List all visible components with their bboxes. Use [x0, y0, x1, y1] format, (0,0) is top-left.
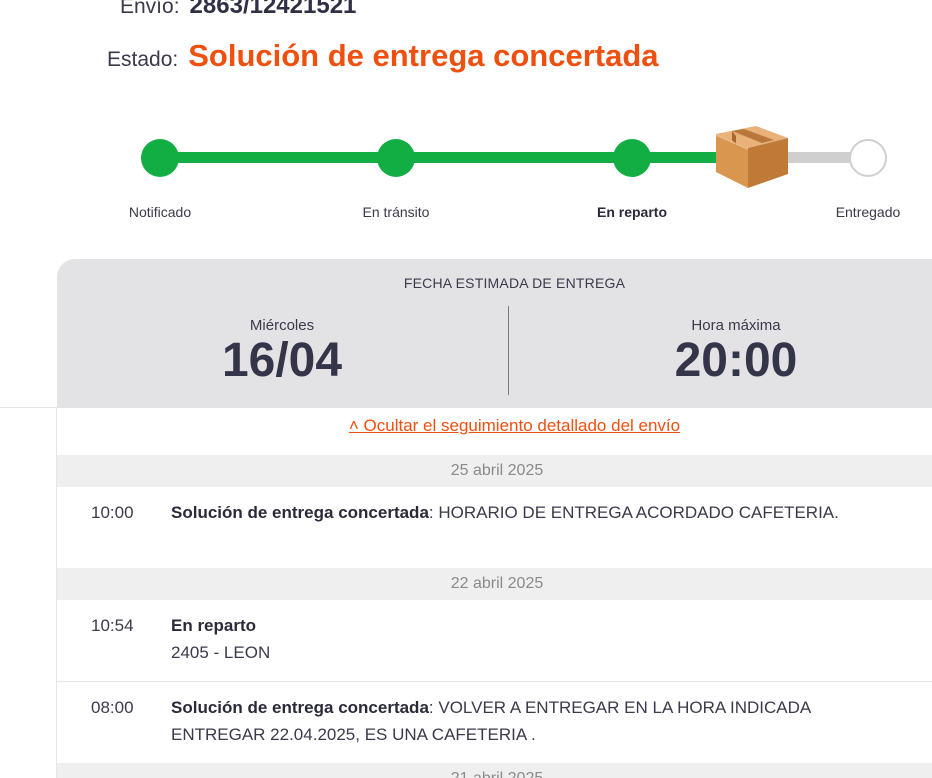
event-detail: : HORARIO DE ENTREGA ACORDADO CAFETERIA. — [428, 503, 839, 522]
event-time: 10:00 — [91, 503, 134, 522]
step-label-en-reparto: En reparto — [596, 204, 667, 220]
date-header: 21 abril 2025 — [57, 763, 932, 778]
estimate-date: 16/04 — [221, 334, 343, 387]
progress-segment-2 — [414, 152, 614, 163]
status-row: Estado: Solución de entrega concertada — [107, 38, 659, 74]
status-value: Solución de entrega concertada — [188, 38, 659, 73]
step-dot-entregado — [849, 139, 887, 177]
tracking-event: 10:00 Solución de entrega concertada: HO… — [57, 487, 932, 568]
step-label-en-transito: En tránsito — [362, 204, 430, 220]
shipment-label: Envío: — [120, 0, 180, 18]
divider-line — [0, 407, 57, 408]
shipment-number: 2863/12421521 — [189, 0, 357, 19]
event-detail: 2405 - LEON — [171, 643, 271, 662]
event-status: Solución de entrega concertada — [171, 698, 429, 717]
estimate-hour-label: Hora máxima — [691, 317, 781, 334]
step-label-notificado: Notificado — [128, 204, 192, 220]
step-dot-en-transito — [377, 139, 415, 177]
estimate-title: FECHA ESTIMADA DE ENTREGA — [403, 275, 626, 291]
estimate-divider — [508, 306, 509, 395]
event-status: Solución de entrega concertada — [171, 503, 429, 522]
status-label: Estado: — [107, 48, 179, 71]
step-label-entregado: Entregado — [835, 204, 901, 220]
estimate-hour: 20:00 — [674, 334, 798, 387]
estimated-delivery-panel: FECHA ESTIMADA DE ENTREGA Miércoles 16/0… — [57, 259, 932, 408]
event-status: En reparto — [171, 616, 257, 635]
shipment-row: Envío: 2863/12421521 — [120, 0, 356, 20]
progress-segment-1 — [178, 152, 378, 163]
date-header: 22 abril 2025 — [57, 568, 932, 600]
tracking-event: 10:54 En reparto 2405 - LEON — [57, 600, 932, 681]
tracking-event: 08:00 Solución de entrega concertada: VO… — [57, 682, 932, 763]
date-header: 25 abril 2025 — [57, 455, 932, 487]
estimate-day-label: Miércoles — [249, 317, 315, 334]
event-description: Solución de entrega concertada: VOLVER A… — [171, 694, 861, 748]
event-time: 10:54 — [91, 616, 134, 635]
package-box-icon — [716, 126, 788, 188]
event-time: 08:00 — [91, 698, 134, 717]
hide-tracking-details-link[interactable]: ˄ Ocultar el seguimiento detallado del e… — [57, 416, 932, 436]
step-dot-notificado — [141, 139, 179, 177]
event-description: En reparto 2405 - LEON — [171, 612, 861, 666]
event-description: Solución de entrega concertada: HORARIO … — [171, 499, 861, 526]
step-dot-en-reparto — [613, 139, 651, 177]
